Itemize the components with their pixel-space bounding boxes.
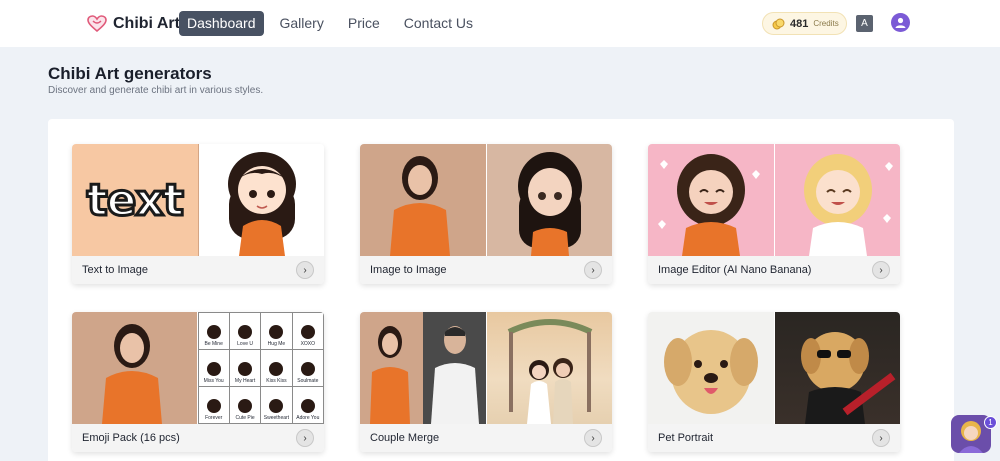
sticker-label: Love U <box>237 341 253 347</box>
sticker-label: My Heart <box>234 378 256 384</box>
card-footer: Pet Portrait › <box>648 424 900 452</box>
card-footer: Image to Image › <box>360 256 612 284</box>
sticker-label: Adore You <box>296 415 320 421</box>
card-image <box>360 144 612 256</box>
card-emoji-pack[interactable]: Be Mine Love U Hug Me XOXO Miss You My H… <box>72 312 324 452</box>
card-label: Image to Image <box>370 264 447 276</box>
credits-label: Credits <box>813 19 839 28</box>
card-footer: Text to Image › <box>72 256 324 284</box>
card-footer: Emoji Pack (16 pcs) › <box>72 424 324 452</box>
card-image: Be Mine Love U Hug Me XOXO Miss You My H… <box>72 312 324 424</box>
nav-gallery[interactable]: Gallery <box>272 11 332 36</box>
card-footer: Image Editor (AI Nano Banana) › <box>648 256 900 284</box>
translate-icon[interactable]: A <box>856 15 873 32</box>
card-image: text <box>72 144 324 256</box>
card-couple-merge[interactable]: Couple Merge › <box>360 312 612 452</box>
card-image <box>360 312 612 424</box>
puppy-photo <box>664 330 758 414</box>
sticker-label: Miss You <box>203 378 224 384</box>
text-image-word: text <box>85 173 185 227</box>
woman-photo <box>390 156 450 256</box>
sticker-grid: Be Mine Love U Hug Me XOXO Miss You My H… <box>197 312 324 424</box>
chibi-brunette-hearts <box>658 154 760 256</box>
card-label: Text to Image <box>82 264 149 276</box>
brand-name: Chibi Art <box>113 15 180 32</box>
page-subtitle: Discover and generate chibi art in vario… <box>48 85 264 96</box>
page-title: Chibi Art generators <box>48 64 212 83</box>
card-footer: Couple Merge › <box>360 424 612 452</box>
heart-logo-icon <box>87 15 107 33</box>
arrow-right-icon[interactable]: › <box>296 429 314 447</box>
nav-dashboard[interactable]: Dashboard <box>179 11 264 36</box>
notification-badge: 1 <box>984 416 997 429</box>
card-label: Couple Merge <box>370 432 440 444</box>
sticker-label: Soulmate <box>297 378 319 384</box>
chibi-blonde-hearts <box>803 154 893 256</box>
sticker-label: Hug Me <box>267 341 286 347</box>
woman-photo <box>370 326 410 424</box>
card-label: Pet Portrait <box>658 432 714 444</box>
chibi-girl-illustration <box>227 152 296 256</box>
man-photo <box>430 326 479 424</box>
brand-logo[interactable]: Chibi Art <box>87 12 180 36</box>
credits-value: 481 <box>790 17 809 30</box>
wedding-couple-render <box>507 319 592 424</box>
woman-photo <box>102 324 162 424</box>
sticker-label: Forever <box>205 415 223 421</box>
card-image <box>648 312 900 424</box>
coins-icon <box>772 18 785 29</box>
card-image-to-image[interactable]: Image to Image › <box>360 144 612 284</box>
card-label: Image Editor (AI Nano Banana) <box>658 264 812 276</box>
sticker-label: Cute Pie <box>235 415 255 421</box>
arrow-right-icon[interactable]: › <box>872 429 890 447</box>
nav-contact[interactable]: Contact Us <box>396 11 481 36</box>
top-nav: Chibi Art Dashboard Gallery Price Contac… <box>0 0 1000 47</box>
sticker-label: XOXO <box>300 341 316 347</box>
rockstar-dog-render <box>800 332 895 424</box>
sticker-label: Be Mine <box>204 341 223 347</box>
card-pet-portrait[interactable]: Pet Portrait › <box>648 312 900 452</box>
credits-badge[interactable]: 481 Credits <box>762 12 847 35</box>
sticker-label: Sweetheart <box>263 415 290 421</box>
arrow-right-icon[interactable]: › <box>872 261 890 279</box>
card-label: Emoji Pack (16 pcs) <box>82 432 180 444</box>
arrow-right-icon[interactable]: › <box>296 261 314 279</box>
card-image <box>648 144 900 256</box>
nav-links: Dashboard Gallery Price Contact Us <box>179 11 481 36</box>
arrow-right-icon[interactable]: › <box>584 429 602 447</box>
sticker-label: Kiss Kiss <box>266 378 287 384</box>
generators-panel: text Text to Image › Image to Image › Im… <box>48 119 954 461</box>
card-image-editor[interactable]: Image Editor (AI Nano Banana) › <box>648 144 900 284</box>
card-text-to-image[interactable]: text Text to Image › <box>72 144 324 284</box>
arrow-right-icon[interactable]: › <box>584 261 602 279</box>
chibi-woman-render <box>517 152 582 256</box>
user-avatar-icon[interactable] <box>891 13 910 32</box>
nav-price[interactable]: Price <box>340 11 388 36</box>
